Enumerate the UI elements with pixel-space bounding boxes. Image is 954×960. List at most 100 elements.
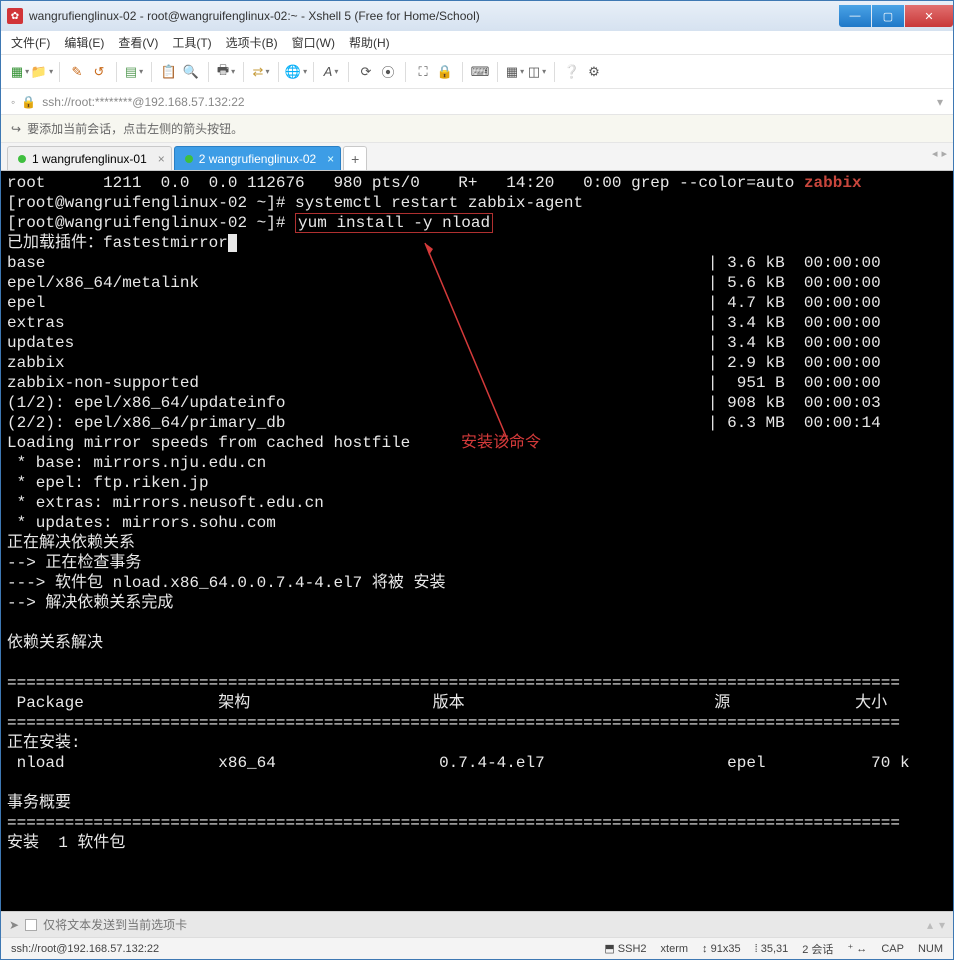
stop-icon[interactable]: ⦿ xyxy=(379,63,397,81)
addressbar: ◦ 🔒 ssh://root:********@192.168.57.132:2… xyxy=(1,89,953,115)
term-line: * updates: mirrors.sohu.com xyxy=(7,514,276,532)
term-line: 事务概要 xyxy=(7,794,71,812)
menu-view[interactable]: 查看(V) xyxy=(118,34,158,51)
status-cap: CAP xyxy=(881,943,904,955)
app-window: ✿ wangrufienglinux-02 - root@wangruifeng… xyxy=(0,0,954,960)
term-line: ---> 软件包 nload.x86_64.0.0.7.4-4.el7 将被 安… xyxy=(7,574,445,592)
minimize-button[interactable]: — xyxy=(839,5,871,27)
address-text[interactable]: ssh://root:********@192.168.57.132:22 xyxy=(42,95,244,109)
scroll-up-icon[interactable]: ▴ xyxy=(927,918,933,932)
separator xyxy=(278,62,279,82)
keyboard-icon[interactable]: ⌨ xyxy=(471,63,489,81)
separator xyxy=(116,62,117,82)
close-button[interactable]: ✕ xyxy=(905,5,953,27)
status-cursor: ⁞ 35,31 xyxy=(755,943,789,955)
fullscreen-icon[interactable]: ⛶ xyxy=(414,63,432,81)
term-line: --> 正在检查事务 xyxy=(7,554,141,572)
menubar: 文件(F) 编辑(E) 查看(V) 工具(T) 选项卡(B) 窗口(W) 帮助(… xyxy=(1,31,953,55)
send-checkbox[interactable] xyxy=(25,919,37,931)
session-tab-1[interactable]: 1 wangrufenglinux-01 × xyxy=(7,146,172,170)
term-line: 安装 1 软件包 xyxy=(7,834,125,852)
menu-edit[interactable]: 编辑(E) xyxy=(64,34,104,51)
term-line: 正在解决依赖关系 xyxy=(7,534,135,552)
address-dropdown-icon[interactable]: ▾ xyxy=(937,95,943,109)
separator xyxy=(151,62,152,82)
separator xyxy=(462,62,463,82)
tabstrip: 1 wangrufenglinux-01 × 2 wangrufienglinu… xyxy=(1,143,953,171)
open-folder-icon[interactable]: 📁 xyxy=(33,63,51,81)
menu-help[interactable]: 帮助(H) xyxy=(349,34,390,51)
separator xyxy=(497,62,498,82)
separator xyxy=(59,62,60,82)
statusbar: ssh://root@192.168.57.132:22 ⬒ SSH2 xter… xyxy=(1,937,953,959)
separator xyxy=(208,62,209,82)
term-line: * base: mirrors.nju.edu.cn xyxy=(7,454,266,472)
status-expand-icon[interactable]: ⁺ ↔ xyxy=(847,942,867,955)
scroll-down-icon[interactable]: ▾ xyxy=(939,918,945,932)
term-line: [root@wangruifenglinux-02 ~]# xyxy=(7,214,295,232)
term-line: 依赖关系解决 xyxy=(7,634,103,652)
properties-icon[interactable]: ▤ xyxy=(125,63,143,81)
status-num: NUM xyxy=(918,943,943,955)
term-line: [root@wangruifenglinux-02 ~]# systemctl … xyxy=(7,194,583,212)
send-icon[interactable]: ➤ xyxy=(9,918,19,932)
reconnect-icon[interactable]: ↺ xyxy=(90,63,108,81)
new-session-icon[interactable]: ▦ xyxy=(11,63,29,81)
send-inputbar: ➤ ▴ ▾ xyxy=(1,911,953,937)
globe-icon[interactable]: 🌐 xyxy=(287,63,305,81)
terminal[interactable]: root 1211 0.0 0.0 112676 980 pts/0 R+ 14… xyxy=(1,171,953,911)
term-line: extras | 3.4 kB 00:00:00 xyxy=(7,314,881,332)
separator xyxy=(554,62,555,82)
layout-icon[interactable]: ▦ xyxy=(506,63,524,81)
refresh-icon[interactable]: ⟳ xyxy=(357,63,375,81)
wand-icon[interactable]: ✎ xyxy=(68,63,86,81)
cursor xyxy=(228,234,238,252)
copy-icon[interactable]: 📋 xyxy=(160,63,178,81)
split-icon[interactable]: ◫ xyxy=(528,63,546,81)
app-icon: ✿ xyxy=(7,8,23,24)
term-command-highlight: yum install -y nload xyxy=(295,213,493,233)
menu-window[interactable]: 窗口(W) xyxy=(292,34,335,51)
tab-prev-icon[interactable]: ◂ xyxy=(932,147,938,160)
transfer-icon[interactable]: ⇄ xyxy=(252,63,270,81)
term-line: root 1211 0.0 0.0 112676 980 pts/0 R+ 14… xyxy=(7,174,804,192)
help-icon[interactable]: ❔ xyxy=(563,63,581,81)
session-tab-2[interactable]: 2 wangrufienglinux-02 × xyxy=(174,146,341,170)
lock-icon[interactable]: 🔒 xyxy=(436,63,454,81)
term-line: nload x86_64 0.7.4-4.el7 epel 70 k xyxy=(7,754,910,772)
term-highlight: zabbix xyxy=(804,174,862,192)
addressbar-bullet: ◦ xyxy=(11,95,15,109)
status-sessions: 2 会话 xyxy=(802,941,833,957)
term-line: --> 解决依赖关系完成 xyxy=(7,594,173,612)
term-line: ========================================… xyxy=(7,714,900,732)
term-line: epel | 4.7 kB 00:00:00 xyxy=(7,294,881,312)
arrow-add-icon[interactable]: ↪ xyxy=(11,122,21,136)
tab-label: 2 wangrufienglinux-02 xyxy=(199,152,316,166)
separator xyxy=(313,62,314,82)
tab-close-icon[interactable]: × xyxy=(327,152,334,166)
tab-close-icon[interactable]: × xyxy=(158,152,165,166)
window-controls: — ▢ ✕ xyxy=(839,5,953,27)
menu-file[interactable]: 文件(F) xyxy=(11,34,50,51)
new-tab-button[interactable]: + xyxy=(343,146,367,170)
menu-tools[interactable]: 工具(T) xyxy=(172,34,211,51)
annotation-text: 安装该命令 xyxy=(461,433,541,453)
toolbar: ▦ 📁 ✎ ↺ ▤ 📋 🔍 🖶 ⇄ 🌐 A ⟳ ⦿ ⛶ 🔒 ⌨ ▦ ◫ ❔ ⚙ xyxy=(1,55,953,89)
term-line: * extras: mirrors.neusoft.edu.cn xyxy=(7,494,324,512)
maximize-button[interactable]: ▢ xyxy=(872,5,904,27)
status-size: ↕ 91x35 xyxy=(702,943,741,955)
send-input[interactable] xyxy=(43,918,921,932)
status-dot-icon xyxy=(185,155,193,163)
titlebar[interactable]: ✿ wangrufienglinux-02 - root@wangruifeng… xyxy=(1,1,953,31)
term-line: zabbix-non-supported | 951 B 00:00:00 xyxy=(7,374,881,392)
menu-tabs[interactable]: 选项卡(B) xyxy=(226,34,278,51)
gear-icon[interactable]: ⚙ xyxy=(585,63,603,81)
search-icon[interactable]: 🔍 xyxy=(182,63,200,81)
separator xyxy=(348,62,349,82)
font-icon[interactable]: A xyxy=(322,63,340,81)
tab-next-icon[interactable]: ▸ xyxy=(941,147,947,160)
term-line: 已加载插件：fastestmirror xyxy=(7,234,228,252)
term-line: (2/2): epel/x86_64/primary_db | 6.3 MB 0… xyxy=(7,414,881,432)
term-line: updates | 3.4 kB 00:00:00 xyxy=(7,334,881,352)
print-icon[interactable]: 🖶 xyxy=(217,63,235,81)
